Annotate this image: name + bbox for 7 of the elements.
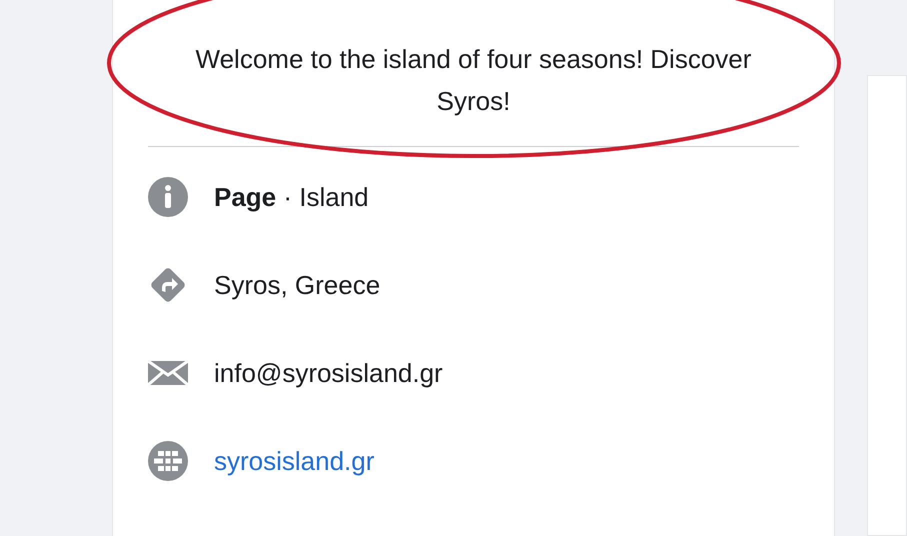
website-link[interactable]: syrosisland.gr <box>214 446 374 476</box>
globe-icon <box>148 441 188 481</box>
info-text: Page · Island <box>214 182 369 212</box>
location-text: Syros, Greece <box>214 270 380 300</box>
page-description: Welcome to the island of four seasons! Discover Syros! <box>194 43 752 118</box>
info-icon <box>148 177 188 217</box>
email-text: info@syrosisland.gr <box>214 358 443 388</box>
